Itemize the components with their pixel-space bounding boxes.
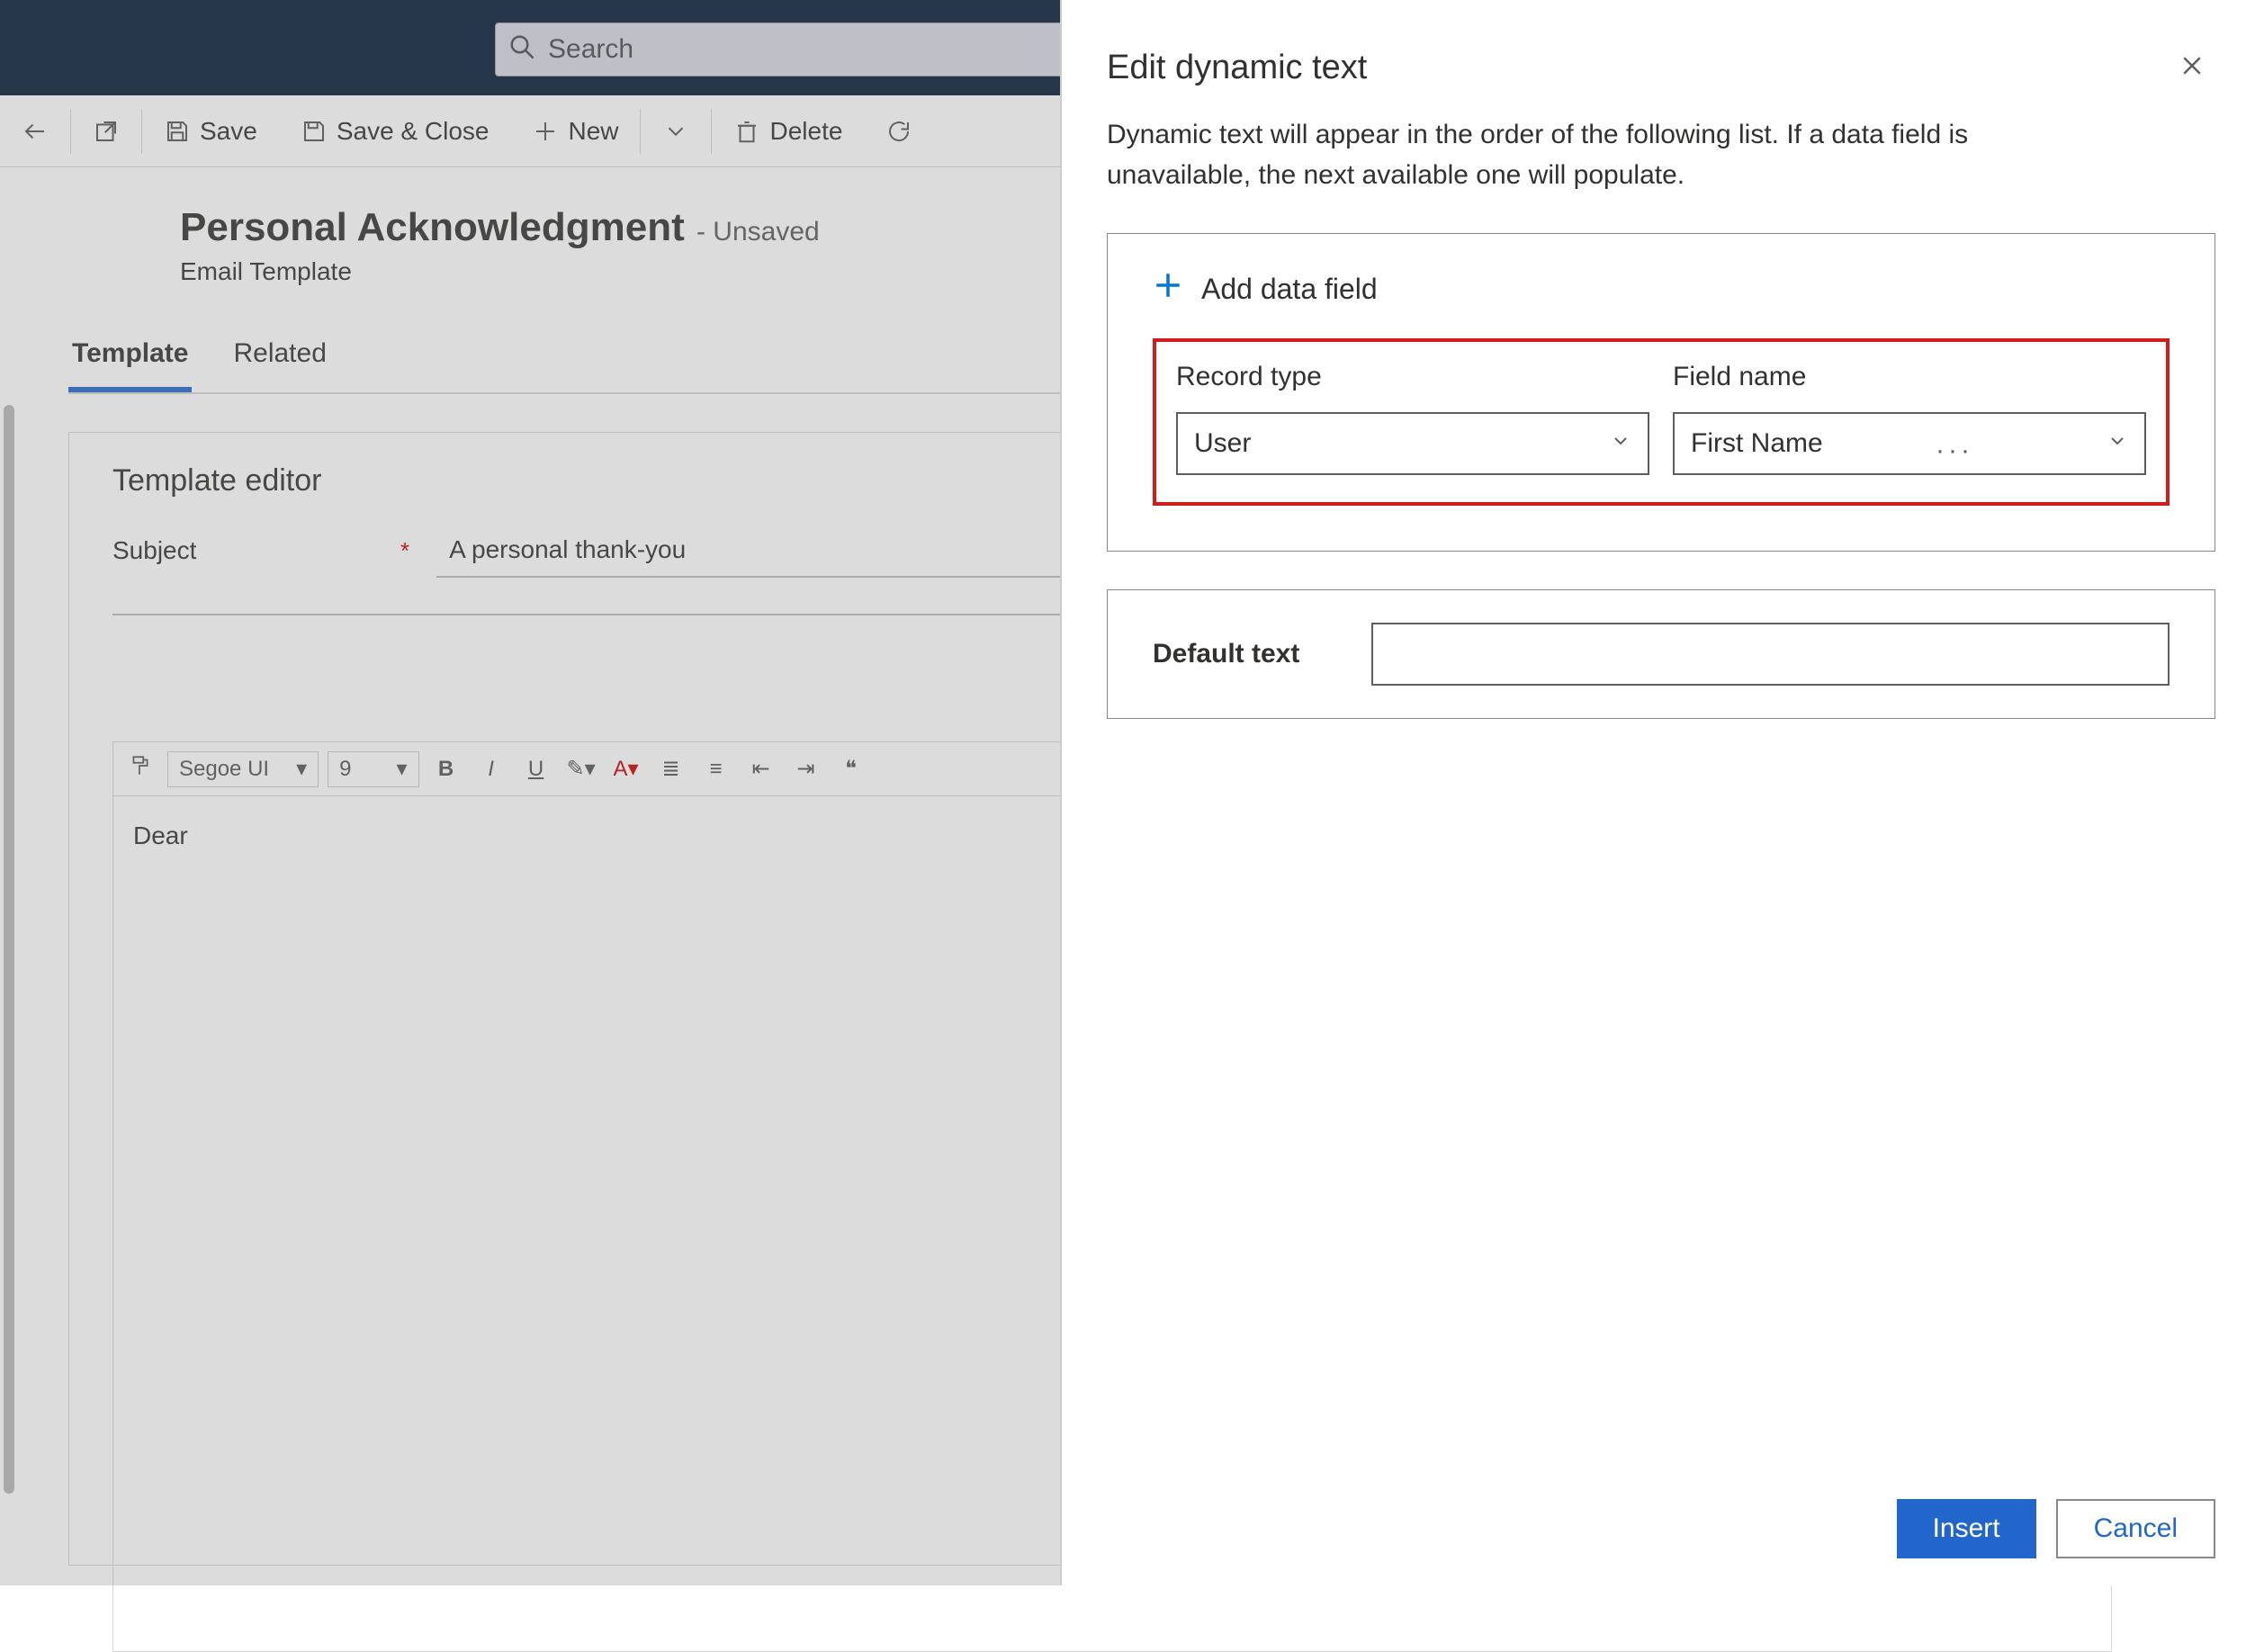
record-type-select[interactable]: User: [1176, 412, 1649, 475]
cancel-button[interactable]: Cancel: [2056, 1499, 2215, 1558]
close-icon: [2179, 52, 2206, 85]
field-name-value: First Name: [1691, 428, 1823, 459]
search-placeholder: Search: [548, 34, 633, 65]
default-text-input[interactable]: [1371, 623, 2170, 686]
refresh-icon: [885, 118, 912, 145]
chevron-down-icon: [662, 118, 689, 145]
save-close-icon: [301, 118, 328, 145]
tab-related[interactable]: Related: [229, 338, 329, 392]
search-icon: [508, 33, 535, 67]
caret-down-icon: ▾: [296, 756, 307, 782]
default-text-label: Default text: [1153, 639, 1299, 669]
number-list-icon: ≡: [710, 757, 723, 782]
panel-close-button[interactable]: [2174, 50, 2210, 86]
outdent-icon: ⇤: [751, 756, 769, 782]
data-field-row-highlight: Record type Field name User First Name: [1153, 338, 2170, 506]
outdent-button[interactable]: ⇤: [743, 751, 779, 787]
arrow-left-icon: [22, 118, 49, 145]
record-type-label: Record type: [1176, 362, 1649, 392]
delete-button[interactable]: Delete: [712, 95, 864, 166]
panel-footer: Insert Cancel: [1897, 1499, 2215, 1558]
default-text-card: Default text: [1107, 589, 2215, 719]
insert-button[interactable]: Insert: [1897, 1499, 2036, 1558]
underline-icon: U: [528, 757, 544, 782]
font-size-select[interactable]: 9 ▾: [328, 751, 418, 787]
bold-button[interactable]: B: [428, 751, 464, 787]
save-label: Save: [200, 117, 257, 146]
tab-template[interactable]: Template: [68, 338, 192, 392]
font-family-select[interactable]: Segoe UI ▾: [167, 751, 319, 787]
number-list-button[interactable]: ≡: [698, 751, 734, 787]
open-external-icon: [93, 118, 120, 145]
save-close-button[interactable]: Save & Close: [279, 95, 511, 166]
refresh-button[interactable]: [864, 95, 934, 166]
row-more-button[interactable]: ···: [1936, 435, 1973, 466]
save-icon: [164, 118, 191, 145]
bullet-list-button[interactable]: ≣: [653, 751, 689, 787]
page-header: Personal Acknowledgment - Unsaved Email …: [180, 205, 820, 286]
data-fields-card: Add data field Record type Field name Us…: [1107, 233, 2215, 552]
new-dropdown[interactable]: [641, 95, 711, 166]
more-icon: ···: [1936, 435, 1973, 465]
subject-label: Subject: [112, 536, 400, 565]
quote-icon: ❝: [845, 756, 857, 782]
add-data-field-button[interactable]: Add data field: [1153, 270, 2170, 308]
back-button[interactable]: [0, 95, 70, 166]
font-family-value: Segoe UI: [179, 757, 269, 782]
page-status: - Unsaved: [696, 217, 820, 247]
font-color-button[interactable]: A▾: [608, 751, 644, 787]
chevron-down-icon: [1610, 428, 1631, 459]
italic-button[interactable]: I: [473, 751, 509, 787]
chevron-down-icon: [2107, 428, 2128, 459]
bold-icon: B: [438, 757, 454, 782]
italic-icon: I: [488, 757, 494, 782]
font-size-value: 9: [339, 757, 351, 782]
plus-icon: [1153, 270, 1183, 308]
underline-button[interactable]: U: [518, 751, 554, 787]
format-painter-button[interactable]: [122, 751, 158, 787]
trash-icon: [733, 118, 760, 145]
format-painter-icon: [129, 754, 152, 784]
new-label: New: [568, 117, 618, 146]
edit-dynamic-text-panel: Edit dynamic text Dynamic text will appe…: [1060, 0, 2246, 1585]
add-data-field-label: Add data field: [1201, 273, 1378, 306]
required-indicator: *: [400, 537, 409, 565]
bullet-list-icon: ≣: [661, 756, 679, 782]
open-external-button[interactable]: [71, 95, 141, 166]
page-subtitle: Email Template: [180, 257, 820, 286]
field-name-label: Field name: [1673, 362, 2146, 392]
highlight-button[interactable]: ✎▾: [563, 751, 599, 787]
indent-button[interactable]: ⇥: [788, 751, 824, 787]
highlight-icon: ✎▾: [566, 756, 595, 782]
delete-label: Delete: [769, 117, 842, 146]
font-color-icon: A▾: [614, 756, 639, 782]
scrollbar-thumb[interactable]: [4, 405, 14, 1494]
panel-title: Edit dynamic text: [1107, 49, 2215, 87]
save-close-label: Save & Close: [337, 117, 490, 146]
new-button[interactable]: New: [510, 95, 640, 166]
caret-down-icon: ▾: [396, 756, 407, 782]
page-title: Personal Acknowledgment: [180, 205, 685, 249]
panel-description: Dynamic text will appear in the order of…: [1107, 114, 2061, 195]
plus-icon: [532, 118, 559, 145]
indent-icon: ⇥: [796, 756, 814, 782]
save-button[interactable]: Save: [142, 95, 279, 166]
field-name-select[interactable]: First Name: [1673, 412, 2146, 475]
quote-button[interactable]: ❝: [833, 751, 869, 787]
record-type-value: User: [1194, 428, 1251, 459]
